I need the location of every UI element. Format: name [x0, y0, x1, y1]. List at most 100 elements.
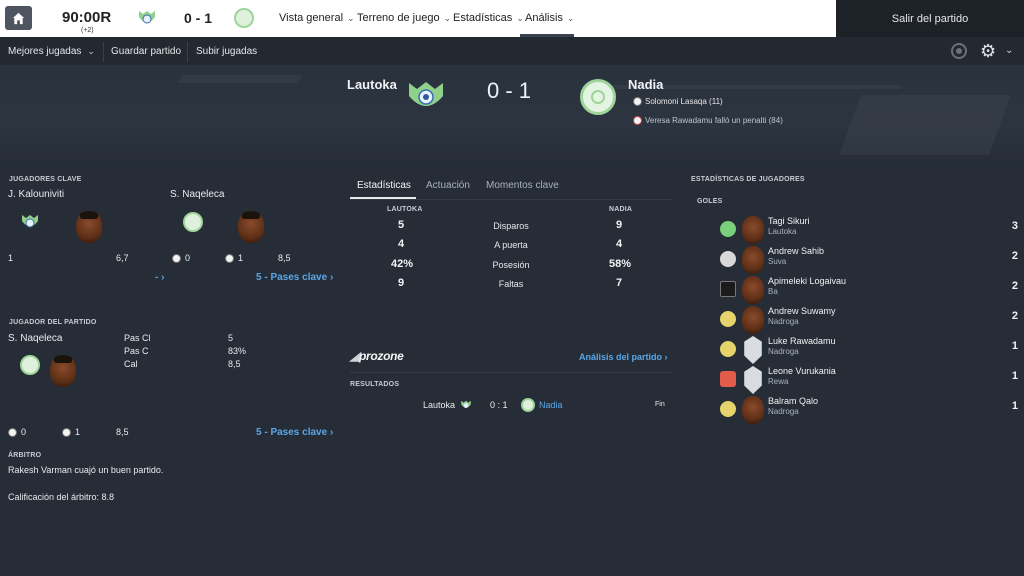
nav-analisis[interactable]: Análisis ⌄	[525, 12, 574, 24]
upload-plays-button[interactable]: Subir jugadas	[196, 46, 257, 57]
chevron-down-icon[interactable]: ⌄	[1005, 45, 1013, 56]
nav-vista-general[interactable]: Vista general ⌄	[279, 12, 355, 24]
player-silhouette-icon	[744, 366, 762, 394]
best-plays-menu[interactable]: Mejores jugadas ⌄	[8, 46, 95, 57]
home-team-label: LAUTOKA	[387, 206, 423, 213]
home-key-player-name[interactable]: J. Kalouniviti	[8, 189, 64, 200]
tab-momentos-clave[interactable]: Momentos clave	[486, 180, 559, 191]
top-bar: 90:00R (+2) 0 - 1 Vista general ⌄ Terreno…	[0, 0, 1024, 37]
goals-row[interactable]: Apimeleki Logaivau Ba 2	[718, 276, 1018, 306]
match-analysis-link[interactable]: Análisis del partido ›	[579, 352, 668, 362]
record-icon[interactable]	[951, 43, 967, 59]
motm-stat-value: 83%	[228, 346, 247, 356]
motm-assists-value: 1	[75, 427, 81, 437]
exit-match-button[interactable]: Salir del partido	[836, 0, 1024, 37]
goals-row[interactable]: Balram Qalo Nadroga 1	[718, 396, 1018, 426]
goals-row[interactable]: Tagi Sikuri Lautoka 3	[718, 216, 1018, 246]
stat-row: 5 Disparos 9	[350, 218, 672, 237]
player-team: Lautoka	[768, 227, 797, 236]
away-assists-value: 1	[238, 253, 244, 263]
goals-row[interactable]: Andrew Suwamy Nadroga 2	[718, 306, 1018, 336]
home-key-stat: 1	[8, 253, 14, 263]
home-team-name[interactable]: Lautoka	[347, 77, 397, 92]
away-stat-value: 58%	[609, 258, 632, 270]
player-face-icon	[742, 246, 764, 274]
player-team: Ba	[768, 287, 778, 296]
nav-label: Estadísticas	[453, 12, 513, 24]
tab-estadisticas[interactable]: Estadísticas	[357, 180, 411, 191]
goal-count: 1	[1011, 340, 1018, 352]
section-title: ÁRBITRO	[8, 452, 42, 459]
away-key-player-name[interactable]: S. Naqeleca	[170, 189, 224, 200]
missed-penalty-event: Veresa Rawadamu falló un penalti (84)	[633, 116, 783, 125]
save-match-button[interactable]: Guardar partido	[111, 46, 181, 57]
away-key-rating: 8,5	[278, 253, 291, 263]
goals-row[interactable]: Andrew Sahib Suva 2	[718, 246, 1018, 276]
goals-row[interactable]: Leone Vurukania Rewa 1	[718, 366, 1018, 396]
motm-name[interactable]: S. Naqeleca	[8, 333, 62, 344]
match-score: 0 - 1	[487, 78, 532, 103]
gear-icon[interactable]: ⚙	[980, 42, 996, 60]
goal-count: 2	[1011, 250, 1018, 262]
stat-label: Disparos	[493, 221, 529, 231]
goals-row[interactable]: Luke Rawadamu Nadroga 1	[718, 336, 1018, 366]
nadia-crest-icon	[580, 79, 616, 115]
chevron-down-icon: ⌄	[347, 12, 355, 23]
player-face-icon	[742, 216, 764, 244]
club-crest-icon	[720, 401, 736, 417]
result-score[interactable]: 0 : 1	[490, 400, 508, 410]
result-away-team[interactable]: Nadia	[539, 400, 563, 410]
stat-row: 42% Posesión 58%	[350, 257, 672, 276]
prozone-logo: ◢prozone	[350, 349, 404, 363]
player-name: Andrew Suwamy	[768, 306, 836, 316]
chevron-down-icon: ⌄	[443, 12, 452, 23]
motm-stat-value: 5	[228, 333, 234, 343]
stadium-decor	[839, 95, 1011, 155]
nadia-crest-icon	[234, 8, 254, 28]
home-key-rating: 6,7	[116, 253, 129, 263]
club-crest-icon	[720, 251, 736, 267]
best-plays-label: Mejores jugadas	[8, 46, 82, 57]
player-face-icon	[742, 396, 764, 424]
chevron-down-icon: ⌄	[566, 12, 575, 23]
away-key-passes-link[interactable]: 5 - Pases clave ›	[256, 272, 333, 283]
player-face-icon	[238, 211, 264, 243]
player-face-icon	[742, 276, 764, 304]
tab-actuacion[interactable]: Actuación	[426, 180, 470, 191]
player-face-icon	[742, 306, 764, 334]
nav-label: Análisis	[525, 12, 563, 24]
section-title: JUGADOR DEL PARTIDO	[9, 319, 97, 326]
assist-icon	[225, 253, 234, 263]
divider	[350, 199, 672, 200]
divider	[350, 372, 672, 373]
motm-passes-link[interactable]: 5 - Pases clave ›	[256, 427, 333, 438]
lautoka-crest-icon	[137, 8, 157, 28]
motm-stat-label: Pas C	[124, 346, 149, 356]
home-button[interactable]	[5, 6, 32, 30]
goal-scorer[interactable]: Solomoni Lasaqa (11)	[645, 97, 723, 106]
chevron-down-icon: ⌄	[516, 12, 524, 23]
club-crest-icon	[720, 371, 736, 387]
missed-penalty-icon	[633, 116, 642, 125]
player-team: Nadroga	[768, 317, 799, 326]
chevron-down-icon: ⌄	[87, 46, 95, 56]
home-key-link[interactable]: - ›	[155, 272, 164, 283]
player-face-icon	[50, 355, 76, 387]
club-crest-icon	[720, 281, 736, 297]
nav-estadisticas[interactable]: Estadísticas ⌄	[453, 12, 524, 24]
missed-penalty-text: Veresa Rawadamu falló un penalti (84)	[645, 116, 783, 125]
away-team-label: NADIA	[609, 206, 633, 213]
divider	[187, 42, 188, 62]
away-key-assists: 1	[225, 253, 243, 263]
lautoka-crest-icon	[20, 212, 40, 232]
player-silhouette-icon	[744, 336, 762, 364]
nav-terreno-de-juego[interactable]: Terreno de juego ⌄	[357, 12, 451, 24]
home-icon	[12, 12, 25, 24]
result-home-team[interactable]: Lautoka	[423, 400, 455, 410]
away-key-goals: 0	[172, 253, 190, 263]
stat-row: 4 A puerta 4	[350, 237, 672, 256]
nav-label: Vista general	[279, 12, 344, 24]
away-team-name[interactable]: Nadia	[628, 77, 663, 92]
ball-icon	[8, 427, 17, 437]
match-clock: 90:00R	[62, 9, 112, 26]
